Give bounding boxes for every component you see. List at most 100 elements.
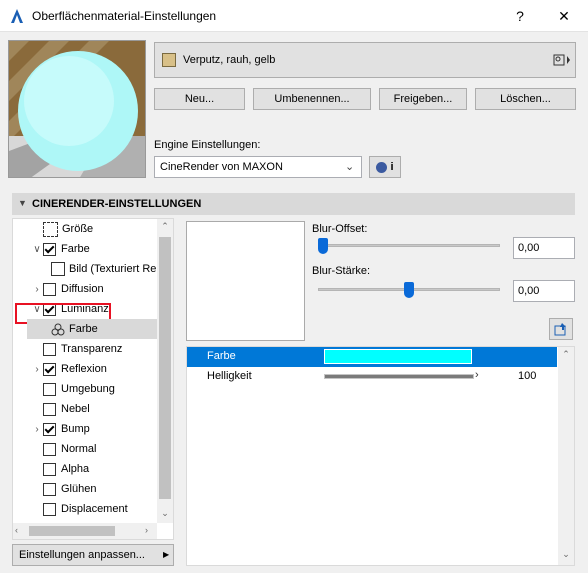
material-preview bbox=[8, 40, 146, 178]
tree-vscrollbar[interactable]: ⌃ ⌄ bbox=[157, 219, 173, 523]
material-browse-icon[interactable] bbox=[553, 53, 571, 67]
material-name: Verputz, rauh, gelb bbox=[183, 54, 276, 66]
window-title: Oberflächenmaterial-Einstellungen bbox=[32, 9, 217, 23]
checkbox[interactable] bbox=[43, 482, 56, 496]
tree-item[interactable]: Größe bbox=[27, 219, 169, 239]
properties-vscrollbar[interactable]: ⌃ ⌄ bbox=[558, 347, 574, 565]
checkbox[interactable] bbox=[43, 242, 56, 256]
tree-item[interactable]: › Diffusion bbox=[27, 279, 169, 299]
tree-item[interactable]: Glühen bbox=[27, 479, 169, 499]
tree-hscrollbar[interactable]: ‹ › bbox=[13, 523, 157, 539]
rename-button[interactable]: Umbenennen... bbox=[253, 88, 371, 110]
chevron-right-icon[interactable]: › bbox=[31, 360, 43, 379]
tree-item-label: Nebel bbox=[61, 403, 90, 415]
tree-item[interactable]: Normal bbox=[27, 439, 169, 459]
load-texture-button[interactable] bbox=[549, 318, 573, 340]
tree-item-label: Transparenz bbox=[61, 343, 123, 355]
tree-item-label: Diffusion bbox=[61, 283, 104, 295]
tree-item[interactable]: Displacement bbox=[27, 499, 169, 519]
tree-item-label: Umgebung bbox=[61, 383, 115, 395]
blur-strength-input[interactable]: 0,00 bbox=[513, 280, 575, 302]
tree-item-label: Farbe bbox=[61, 243, 90, 255]
tree-item[interactable]: Farbe bbox=[27, 319, 169, 339]
scroll-down-icon[interactable]: ⌄ bbox=[558, 549, 574, 560]
tree-item-label: Normal bbox=[61, 443, 97, 455]
customize-label: Einstellungen anpassen... bbox=[19, 549, 145, 561]
close-button[interactable]: ✕ bbox=[554, 6, 574, 26]
tree-item[interactable]: Transparenz bbox=[27, 339, 169, 359]
chevron-right-icon[interactable]: › bbox=[31, 420, 43, 439]
tree-item-label: Farbe bbox=[69, 323, 98, 335]
tree-item-label: Größe bbox=[62, 223, 94, 235]
scroll-right-icon[interactable]: › bbox=[145, 525, 148, 535]
size-icon bbox=[43, 221, 58, 237]
image-icon bbox=[51, 262, 65, 277]
engine-label: Engine Einstellungen: bbox=[154, 139, 261, 151]
tree-item[interactable]: Nebel bbox=[27, 399, 169, 419]
chevron-down-icon[interactable]: ∨ bbox=[31, 240, 43, 259]
tree-item[interactable]: ∨ Farbe bbox=[27, 239, 169, 259]
arrow-right-icon: ▶ bbox=[163, 550, 170, 559]
tree-item[interactable]: › Bump bbox=[27, 419, 169, 439]
property-label: Helligkeit bbox=[207, 370, 252, 382]
chevron-down-icon: ⌄ bbox=[345, 161, 355, 173]
checkbox[interactable] bbox=[43, 462, 56, 476]
engine-dropdown[interactable]: CineRender von MAXON ⌄ bbox=[154, 156, 362, 178]
tree-item[interactable]: Alpha bbox=[27, 459, 169, 479]
title-bar: Oberflächenmaterial-Einstellungen ? ✕ bbox=[0, 0, 588, 32]
section-header[interactable]: ▼ CINERENDER-EINSTELLUNGEN bbox=[12, 193, 575, 215]
checkbox[interactable] bbox=[43, 442, 56, 456]
property-row-color[interactable]: Farbe bbox=[187, 347, 557, 367]
tree-item[interactable]: Bild (Texturiert Rer bbox=[27, 259, 169, 279]
scroll-down-icon[interactable]: ⌄ bbox=[157, 508, 173, 519]
tree-item-label: Alpha bbox=[61, 463, 90, 475]
brightness-slider[interactable] bbox=[324, 374, 474, 379]
material-swatch bbox=[162, 53, 176, 67]
collapse-icon: ▼ bbox=[18, 198, 27, 208]
tree-vscroll-thumb[interactable] bbox=[159, 237, 171, 499]
checkbox[interactable] bbox=[43, 422, 56, 436]
app-icon bbox=[10, 8, 24, 24]
share-button[interactable]: Freigeben... bbox=[379, 88, 467, 110]
checkbox[interactable] bbox=[43, 362, 56, 376]
scroll-left-icon[interactable]: ‹ bbox=[15, 525, 18, 535]
cinerender-icon bbox=[376, 161, 388, 173]
checkbox[interactable] bbox=[43, 342, 56, 356]
channel-tree[interactable]: Größe ∨ Farbe Bild (Texturiert Rer › Diffusio… bbox=[12, 218, 174, 540]
blur-offset-track[interactable] bbox=[318, 244, 500, 247]
help-button[interactable]: ? bbox=[510, 6, 530, 26]
chevron-right-icon: › bbox=[475, 369, 479, 381]
section-title: CINERENDER-EINSTELLUNGEN bbox=[32, 198, 202, 210]
tree-item-label: Glühen bbox=[61, 483, 97, 495]
tree-hscroll-thumb[interactable] bbox=[29, 526, 115, 536]
color-channel-icon bbox=[51, 323, 65, 336]
tree-item-label: Bump bbox=[61, 423, 90, 435]
material-selector[interactable]: Verputz, rauh, gelb bbox=[154, 42, 576, 78]
checkbox[interactable] bbox=[43, 402, 56, 416]
tree-item-label: Displacement bbox=[61, 503, 128, 515]
luminance-color-swatch[interactable] bbox=[324, 349, 472, 364]
blur-strength-label: Blur-Stärke: bbox=[312, 265, 371, 277]
tree-item-label: Reflexion bbox=[61, 363, 107, 375]
info-icon: i bbox=[390, 161, 394, 173]
blur-strength-slider-thumb[interactable] bbox=[404, 282, 414, 298]
checkbox[interactable] bbox=[43, 382, 56, 396]
delete-button[interactable]: Löschen... bbox=[475, 88, 576, 110]
new-button[interactable]: Neu... bbox=[154, 88, 245, 110]
property-row-brightness[interactable]: Helligkeit › 100 bbox=[187, 367, 557, 387]
chevron-right-icon[interactable]: › bbox=[31, 280, 43, 299]
tree-item-label: Bild (Texturiert Rer bbox=[69, 263, 161, 275]
blur-offset-input[interactable]: 0,00 bbox=[513, 237, 575, 259]
blur-offset-slider-thumb[interactable] bbox=[318, 238, 328, 254]
properties-list[interactable]: Farbe Helligkeit › 100 ⌃ ⌄ bbox=[186, 346, 575, 566]
customize-button[interactable]: Einstellungen anpassen... ▶ bbox=[12, 544, 174, 566]
checkbox[interactable] bbox=[43, 282, 56, 296]
tree-item[interactable]: Umgebung bbox=[27, 379, 169, 399]
blur-offset-label: Blur-Offset: bbox=[312, 223, 368, 235]
checkbox[interactable] bbox=[43, 502, 56, 516]
scroll-up-icon[interactable]: ⌃ bbox=[157, 221, 173, 232]
tree-item[interactable]: › Reflexion bbox=[27, 359, 169, 379]
texture-preview bbox=[186, 221, 305, 341]
scroll-up-icon[interactable]: ⌃ bbox=[558, 349, 574, 360]
engine-info-button[interactable]: i bbox=[369, 156, 401, 178]
